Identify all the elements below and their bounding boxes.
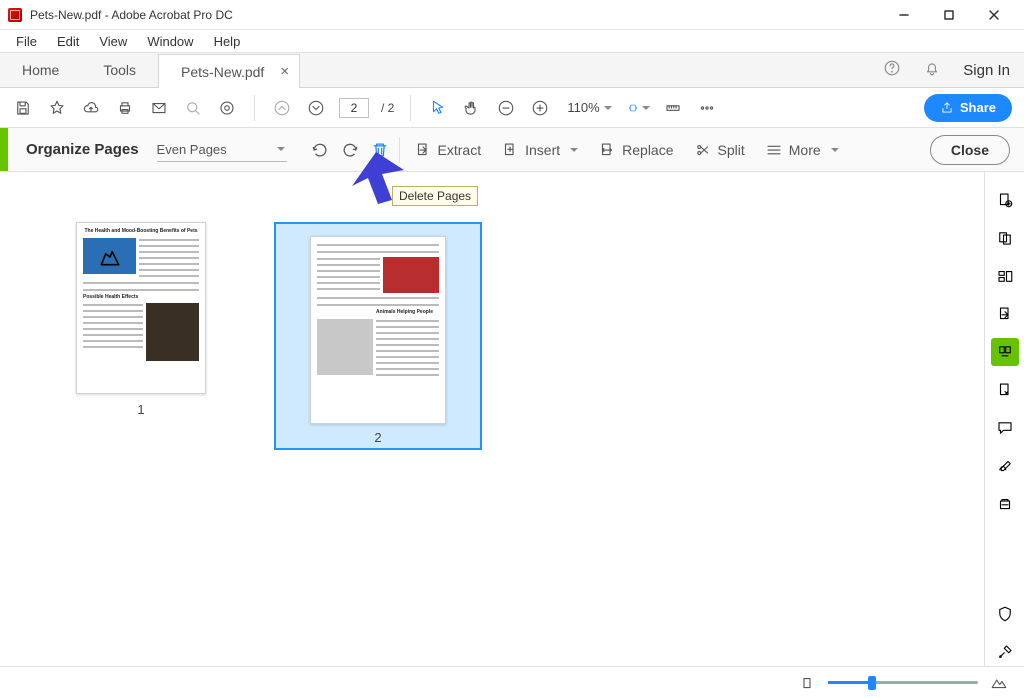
- app-tabs: Home Tools Pets-New.pdf × Sign In: [0, 52, 1024, 88]
- tab-home[interactable]: Home: [0, 53, 81, 87]
- tool-accent-strip: [0, 128, 8, 171]
- zoom-out-icon[interactable]: [495, 97, 517, 119]
- star-icon[interactable]: [46, 97, 68, 119]
- menu-help[interactable]: Help: [206, 32, 249, 51]
- optimize-pdf-icon[interactable]: [991, 490, 1019, 518]
- menu-window[interactable]: Window: [139, 32, 201, 51]
- edit-pdf-icon[interactable]: [991, 262, 1019, 290]
- close-window-button[interactable]: [971, 0, 1016, 30]
- menu-edit[interactable]: Edit: [49, 32, 87, 51]
- send-for-comments-icon[interactable]: [991, 376, 1019, 404]
- comment-icon[interactable]: [991, 414, 1019, 442]
- target-icon[interactable]: [216, 97, 238, 119]
- page-thumbnail-2-selected[interactable]: Animals Helping People 2: [274, 222, 482, 450]
- thumbnail-area: The Health and Mood-Boosting Benefits of…: [0, 172, 1024, 666]
- extract-button[interactable]: Extract: [404, 135, 492, 165]
- close-tab-icon[interactable]: ×: [280, 63, 289, 80]
- search-icon[interactable]: [182, 97, 204, 119]
- email-icon[interactable]: [148, 97, 170, 119]
- thumbnail-small-icon[interactable]: [798, 674, 816, 692]
- protect-icon[interactable]: [991, 600, 1019, 628]
- separator: [254, 95, 255, 121]
- status-bar: [0, 666, 1024, 698]
- zoom-dropdown[interactable]: 110%: [563, 98, 615, 117]
- thumb-label-1: 1: [137, 402, 144, 417]
- replace-button[interactable]: Replace: [588, 135, 683, 165]
- print-icon[interactable]: [114, 97, 136, 119]
- close-tool-button[interactable]: Close: [930, 135, 1010, 165]
- app-logo-icon: [8, 8, 22, 22]
- share-button-label: Share: [960, 100, 996, 115]
- organize-pages-title: Organize Pages: [8, 141, 157, 158]
- tab-document[interactable]: Pets-New.pdf ×: [158, 54, 300, 88]
- ruler-icon[interactable]: [662, 97, 684, 119]
- export-pdf-icon[interactable]: [991, 300, 1019, 328]
- cloud-upload-icon[interactable]: [80, 97, 102, 119]
- window-controls: [881, 0, 1016, 30]
- menu-bar: File Edit View Window Help: [0, 30, 1024, 52]
- menu-view[interactable]: View: [91, 32, 135, 51]
- menu-file[interactable]: File: [8, 32, 45, 51]
- thumbnail-large-icon[interactable]: [990, 674, 1008, 692]
- hand-icon[interactable]: [461, 97, 483, 119]
- window-title: Pets-New.pdf - Adobe Acrobat Pro DC: [30, 8, 233, 22]
- fit-page-icon[interactable]: [628, 97, 650, 119]
- zoom-in-icon[interactable]: [529, 97, 551, 119]
- bell-icon[interactable]: [923, 59, 941, 82]
- page-total: / 2: [381, 101, 394, 115]
- share-button[interactable]: Share: [924, 94, 1012, 122]
- pointer-icon[interactable]: [427, 97, 449, 119]
- tab-right-cluster: Sign In: [883, 53, 1024, 87]
- slider-thumb[interactable]: [868, 676, 876, 690]
- fill-sign-icon[interactable]: [991, 452, 1019, 480]
- title-bar: Pets-New.pdf - Adobe Acrobat Pro DC: [0, 0, 1024, 30]
- save-icon[interactable]: [12, 97, 34, 119]
- more-dropdown[interactable]: More: [755, 135, 849, 165]
- page-thumbnail-1[interactable]: The Health and Mood-Boosting Benefits of…: [76, 222, 206, 450]
- tab-tools[interactable]: Tools: [81, 53, 158, 87]
- thumb-label-2: 2: [374, 430, 381, 445]
- tab-document-label: Pets-New.pdf: [181, 64, 264, 80]
- minimize-button[interactable]: [881, 0, 926, 30]
- thumbnail-size-slider[interactable]: [828, 681, 978, 684]
- page-up-icon[interactable]: [271, 97, 293, 119]
- organize-pages-bar: Organize Pages Even Pages Extract Insert…: [0, 128, 1024, 172]
- separator: [410, 95, 411, 121]
- more-icon[interactable]: [696, 97, 718, 119]
- insert-dropdown[interactable]: Insert: [491, 135, 588, 165]
- page-range-dropdown[interactable]: Even Pages: [157, 138, 287, 162]
- create-pdf-icon[interactable]: [991, 186, 1019, 214]
- organize-pages-icon[interactable]: [991, 338, 1019, 366]
- combine-files-icon[interactable]: [991, 224, 1019, 252]
- maximize-button[interactable]: [926, 0, 971, 30]
- split-button[interactable]: Split: [684, 135, 755, 165]
- right-tools-rail: [984, 172, 1024, 666]
- rotate-left-icon[interactable]: [305, 135, 335, 165]
- page-down-icon[interactable]: [305, 97, 327, 119]
- main-toolbar: / 2 110% Share: [0, 88, 1024, 128]
- more-tools-icon[interactable]: [991, 638, 1019, 666]
- sign-in-button[interactable]: Sign In: [963, 62, 1010, 79]
- delete-pages-tooltip: Delete Pages: [392, 186, 478, 206]
- help-icon[interactable]: [883, 59, 901, 82]
- page-number-input[interactable]: [339, 98, 369, 118]
